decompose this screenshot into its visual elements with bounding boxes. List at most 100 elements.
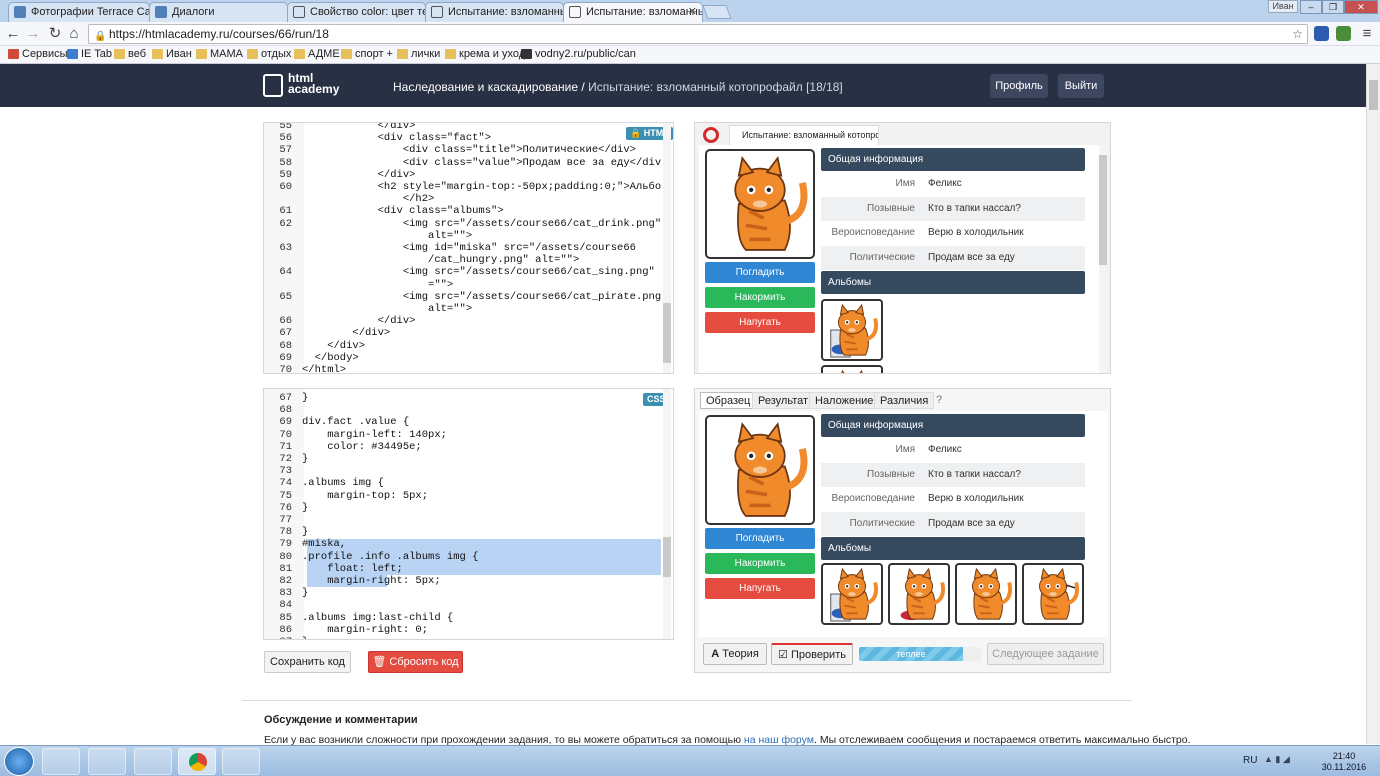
- folder-icon: [397, 49, 408, 59]
- explorer-icon[interactable]: [134, 748, 172, 775]
- tab-title: Фотографии Terrace Ca: [31, 6, 150, 18]
- html-editor-scrollbar[interactable]: [663, 123, 671, 373]
- pet-button[interactable]: Погладить: [705, 262, 815, 283]
- html-code-area[interactable]: 55 </div> 56 <div class="fact"> 57 <div cl…: [264, 123, 661, 373]
- info-key: Позывные: [867, 202, 915, 214]
- bookmark-folder[interactable]: веб: [114, 48, 146, 60]
- maximize-button[interactable]: ❐: [1322, 0, 1344, 14]
- logout-button[interactable]: Выйти: [1058, 74, 1104, 98]
- minimize-button[interactable]: –: [1300, 0, 1322, 14]
- task-progress: [18/18]: [806, 80, 843, 94]
- menu-icon[interactable]: ≡: [1358, 25, 1376, 43]
- bookmark-folder[interactable]: Иван: [152, 48, 192, 60]
- css-editor[interactable]: 67} 68 69 div.fact .value {70 margin-left: …: [263, 388, 674, 640]
- breadcrumb-chapter[interactable]: Наследование и каскадирование /: [393, 80, 585, 94]
- tab-bar: Фотографии Terrace Ca Диалоги Свойство c…: [0, 0, 1380, 23]
- css-editor-scrollbar[interactable]: [663, 389, 671, 639]
- forward-icon[interactable]: →: [24, 25, 42, 43]
- info-row: Имя Феликс: [821, 172, 1085, 196]
- bookmark-folder[interactable]: МАМА: [196, 48, 243, 60]
- browser-tab-4[interactable]: Испытание: взломанны: [425, 2, 564, 22]
- language-indicator[interactable]: RU: [1243, 755, 1257, 766]
- url-field[interactable]: 🔒 https://htmlacademy.ru/courses/66/run/1…: [88, 24, 1308, 44]
- bookmark-label: спорт +: [355, 48, 393, 60]
- line-number: 61: [279, 205, 292, 218]
- preview-scrollbar[interactable]: [1099, 145, 1107, 373]
- css-code-area[interactable]: 67} 68 69 div.fact .value {70 margin-left: …: [264, 389, 661, 639]
- extension-icon[interactable]: [1336, 26, 1351, 41]
- page-scrollbar[interactable]: [1366, 64, 1380, 744]
- tab-sample[interactable]: Образец: [700, 392, 757, 409]
- info-row: Имя Феликс: [821, 438, 1085, 462]
- pet-button[interactable]: Погладить: [705, 528, 815, 549]
- paint-icon[interactable]: [222, 748, 260, 775]
- notepad-icon[interactable]: [88, 748, 126, 775]
- clock[interactable]: 21:40 30.11.2016: [1320, 751, 1368, 773]
- reset-code-button[interactable]: 🗑 Сбросить код: [368, 651, 463, 673]
- trash-icon: 🗑: [372, 656, 387, 668]
- feed-button[interactable]: Накормить: [705, 287, 815, 308]
- back-icon[interactable]: ←: [4, 25, 22, 43]
- site-icon: [521, 49, 532, 59]
- tab-title: Испытание: взломанны: [586, 6, 703, 18]
- info-key: Политические: [849, 517, 915, 529]
- feed-button[interactable]: Накормить: [705, 553, 815, 574]
- line-number: 70: [279, 364, 292, 373]
- albums-header: Альбомы: [821, 271, 1085, 294]
- bookmark-folder[interactable]: крема и уход: [445, 48, 525, 60]
- new-tab-button[interactable]: [702, 5, 732, 19]
- bookmark-vodny[interactable]: vodny2.ru/public/can: [521, 48, 636, 60]
- discussion-title: Обсуждение и комментарии: [264, 714, 418, 726]
- chrome-icon[interactable]: [178, 748, 216, 775]
- browser-tab-active[interactable]: Испытание: взломанны ✕: [563, 2, 703, 23]
- close-icon[interactable]: ✕: [688, 5, 697, 18]
- extension-icon[interactable]: [1314, 26, 1329, 41]
- next-task-button[interactable]: Следующее задание: [987, 643, 1104, 665]
- bookmark-ietab[interactable]: IE Tab: [67, 48, 112, 60]
- bookmark-services[interactable]: Сервисы: [8, 48, 68, 60]
- bookmark-folder[interactable]: спорт +: [341, 48, 393, 60]
- code-line: .albums img:last-child {: [302, 611, 454, 624]
- save-code-button[interactable]: Сохранить код: [264, 651, 351, 673]
- line-number: 87: [264, 636, 292, 639]
- home-icon[interactable]: ⌂: [65, 25, 83, 43]
- check-button[interactable]: ☑ Проверить: [771, 643, 853, 665]
- scrollbar-thumb[interactable]: [663, 537, 671, 577]
- tab-overlay[interactable]: Наложение: [809, 392, 880, 409]
- start-button[interactable]: [4, 747, 34, 776]
- user-badge[interactable]: Иван: [1268, 0, 1298, 13]
- tab-result[interactable]: Результат*: [752, 391, 815, 409]
- code-line: <img src="/assets/course66/cat_pirate.pn…: [302, 290, 661, 303]
- media-player-icon[interactable]: [42, 748, 80, 775]
- scrollbar-thumb[interactable]: [1369, 80, 1378, 110]
- htmlacademy-logo[interactable]: html academy: [263, 72, 343, 99]
- logo-icon: [263, 74, 283, 97]
- line-number: 80: [279, 550, 292, 563]
- star-icon[interactable]: ☆: [1292, 25, 1303, 43]
- scrollbar-thumb[interactable]: [663, 303, 671, 363]
- reload-icon[interactable]: ↻: [46, 25, 64, 43]
- html-editor[interactable]: 55 </div> 56 <div class="fact"> 57 <div cl…: [263, 122, 674, 374]
- scrollbar-thumb[interactable]: [1099, 155, 1107, 265]
- code-line: }: [302, 636, 308, 639]
- bookmark-folder[interactable]: АДМЕ: [294, 48, 340, 60]
- scare-button[interactable]: Напугать: [705, 578, 815, 599]
- close-window-button[interactable]: ✕: [1344, 0, 1378, 14]
- browser-tab-1[interactable]: Фотографии Terrace Ca: [8, 2, 150, 22]
- line-number: 58: [279, 156, 292, 169]
- scare-button[interactable]: Напугать: [705, 312, 815, 333]
- ie-icon: [67, 49, 78, 59]
- browser-tab-2[interactable]: Диалоги: [149, 2, 288, 22]
- tab-label: Результат: [758, 395, 809, 407]
- profile-button[interactable]: Профиль: [990, 74, 1048, 98]
- tab-diff[interactable]: Различия: [874, 392, 935, 409]
- line-number: 55: [279, 123, 292, 132]
- bookmark-folder[interactable]: отдых: [247, 48, 291, 60]
- browser-tab-3[interactable]: Свойство color: цвет те: [287, 2, 426, 22]
- help-button[interactable]: ?: [931, 392, 947, 409]
- tray-icons[interactable]: ▲ ▮ ◢: [1264, 754, 1324, 765]
- theory-button[interactable]: A Теория: [703, 643, 767, 665]
- apps-icon: [8, 49, 19, 59]
- line-number: 83: [279, 587, 292, 600]
- bookmark-folder[interactable]: лички: [397, 48, 440, 60]
